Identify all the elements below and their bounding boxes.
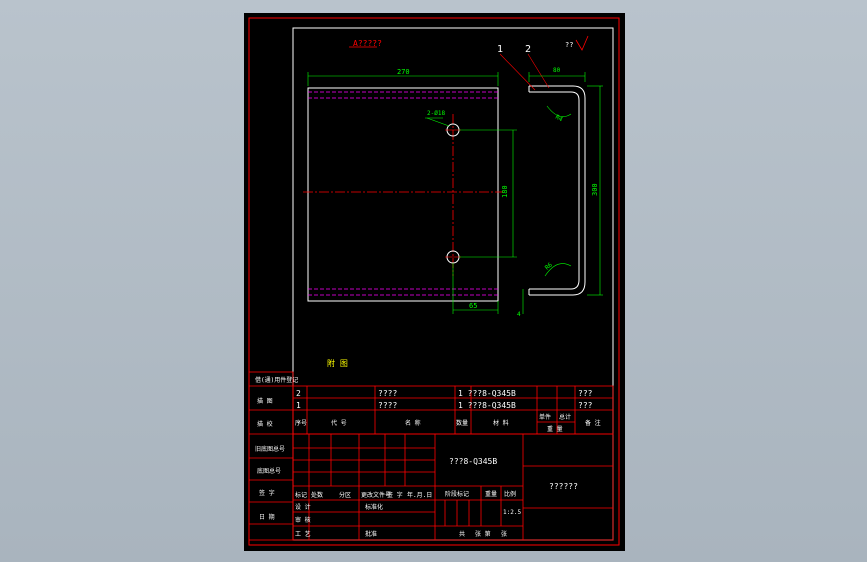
dim-thickness-text: 4	[517, 311, 521, 318]
bom-header-code: 代 号	[331, 419, 347, 427]
bom-header-weight: 重 量	[547, 425, 563, 433]
left-row1-text: 借(通)用件登记	[255, 376, 298, 384]
left-row2-text: 旧底图总号	[255, 445, 285, 453]
side-view-inner	[529, 91, 580, 290]
tb-scale-value: 1:2.5	[503, 509, 521, 516]
bom-header-name: 名 称	[405, 419, 421, 427]
tb-date: 年.月.日	[407, 491, 432, 499]
tb-mark: 标记	[295, 491, 307, 499]
bom-header-seq: 序号	[295, 419, 307, 427]
dim-width-text: 270	[397, 68, 410, 76]
tb-standard: 标准化	[365, 503, 383, 511]
hole-callout-text: 2-Ø18	[427, 110, 445, 117]
cad-viewport[interactable]: A????? ?? 270 180 65 2-Ø18 1 2 80 300 R4…	[0, 0, 867, 562]
tb-count: 处数	[311, 491, 323, 499]
radius-top-text: R4	[554, 114, 564, 124]
left-row5-text: 日 期	[259, 513, 275, 521]
roughness-text: ??	[565, 41, 573, 49]
bom-row2-name: ????	[378, 389, 397, 398]
left-top1-text: 描 图	[257, 397, 273, 405]
dim-spacing-text: 180	[501, 185, 509, 198]
left-row3-text: 底图总号	[257, 467, 281, 475]
tb-zone: 分区	[339, 491, 351, 499]
tb-design: 设 计	[295, 503, 311, 511]
dim-depth-text: 80	[553, 67, 561, 74]
balloon-1: 1	[497, 44, 503, 55]
bom-row2-no: 2	[296, 389, 301, 398]
left-top2-text: 描 校	[257, 420, 273, 428]
bom-row1-extra: ???	[578, 401, 593, 410]
balloon-1-leader	[499, 53, 536, 91]
radius-bottom-text: R6	[544, 261, 554, 271]
tb-sheet-end: 张	[501, 530, 507, 538]
left-row4-text: 签 字	[259, 489, 275, 497]
tb-sheet-no: 张 第	[475, 530, 491, 538]
bom-row1-name: ????	[378, 401, 397, 410]
tb-sheets-total: 共	[459, 530, 465, 538]
bom-row1-no: 1	[296, 401, 301, 410]
tb-weight: 重量	[485, 490, 497, 498]
dim-height-text: 300	[591, 183, 599, 196]
balloon-2: 2	[525, 44, 531, 55]
roughness-symbol-icon	[575, 35, 589, 51]
bom-header-remark: 备 注	[585, 419, 601, 427]
balloon-2-leader	[527, 53, 550, 89]
bom-header-material: 材 料	[493, 419, 509, 427]
tb-drawing-name: ??????	[549, 482, 578, 491]
tb-scale: 比例	[504, 490, 516, 498]
drawing-note: 附 图	[327, 358, 348, 368]
bom-row2-extra: ???	[578, 389, 593, 398]
bom-header-qty: 数量	[456, 419, 468, 427]
tb-stage-mark: 阶段标记	[445, 490, 469, 498]
tb-sign: 签 字	[387, 491, 403, 499]
drawing-sheet: A????? ?? 270 180 65 2-Ø18 1 2 80 300 R4…	[244, 13, 625, 551]
bom-row2-material: 1 ???8-Q345B	[458, 389, 516, 398]
tb-process: 工 艺	[295, 530, 311, 538]
drawing-canvas: A????? ?? 270 180 65 2-Ø18 1 2 80 300 R4…	[248, 17, 620, 546]
tb-approve: 批准	[365, 530, 377, 538]
bom-header-single: 单件	[539, 413, 551, 421]
tb-check: 审 核	[295, 516, 311, 524]
tb-material: ???8-Q345B	[449, 457, 497, 466]
hole-callout-leader	[426, 117, 450, 127]
plate-front-view	[307, 87, 499, 302]
bom-header-total: 总计	[559, 413, 571, 421]
bom-row1-material: 1 ???8-Q345B	[458, 401, 516, 410]
dim-edge-text: 65	[469, 302, 477, 310]
